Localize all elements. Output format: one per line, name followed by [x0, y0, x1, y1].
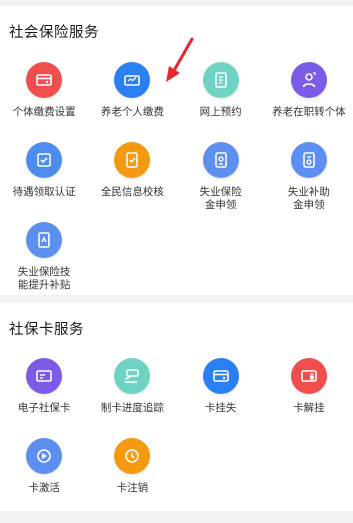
item-label: 全民信息校核 [100, 186, 164, 198]
certification-icon [26, 142, 63, 178]
e-card-icon [26, 358, 63, 394]
social-security-section: 社会保险服务 个体缴费设置 养老个人缴费 网上预约 养老在职转个体 待遇领取认证… [0, 6, 353, 295]
card-loss-icon [202, 358, 239, 394]
item-label: 卡激活 [28, 482, 60, 494]
item-unemployment-insurance-claim[interactable]: 失业保险 金申领 [177, 142, 265, 222]
item-label: 失业保险 金申领 [199, 186, 242, 211]
card-cancel-icon [114, 438, 151, 474]
card-unlock-icon [290, 358, 327, 394]
item-individual-payment-setting[interactable]: 个体缴费设置 [0, 62, 88, 142]
item-electronic-card[interactable]: 电子社保卡 [0, 358, 88, 438]
section-title-social-card: 社保卡服务 [9, 322, 84, 338]
item-card-progress-tracking[interactable]: 制卡进度追踪 [88, 358, 176, 438]
item-card-unlock[interactable]: 卡解挂 [265, 358, 353, 438]
item-label: 养老个人缴费 [100, 106, 164, 118]
unemployment-claim-icon [202, 142, 239, 178]
item-label: 电子社保卡 [17, 402, 71, 414]
payment-card-icon [26, 62, 63, 98]
item-pension-personal-payment[interactable]: 养老个人缴费 [88, 62, 176, 142]
social-card-section: 社保卡服务 电子社保卡 制卡进度追踪 卡挂失 卡解挂 卡激活 卡注销 [0, 303, 353, 511]
card-progress-icon [114, 358, 151, 394]
item-skill-improvement-subsidy[interactable]: 失业保险技 能提升补贴 [0, 222, 88, 292]
item-label: 失业保险技 能提升补贴 [17, 266, 71, 291]
item-label: 卡解挂 [293, 402, 325, 414]
skill-subsidy-icon [26, 222, 63, 258]
section-title-social-security: 社会保险服务 [9, 25, 99, 41]
item-card-report-loss[interactable]: 卡挂失 [177, 358, 265, 438]
item-label: 制卡进度追踪 [100, 402, 164, 414]
item-label: 失业补助 金申领 [287, 186, 330, 211]
item-label: 养老在职转个体 [272, 106, 346, 118]
transfer-person-icon [290, 62, 327, 98]
pension-card-icon [114, 62, 151, 98]
item-pension-transfer[interactable]: 养老在职转个体 [265, 62, 353, 142]
item-label: 卡注销 [116, 482, 149, 494]
item-online-appointment[interactable]: 网上预约 [177, 62, 265, 142]
subsidy-claim-icon [290, 142, 327, 178]
item-card-activate[interactable]: 卡激活 [0, 438, 88, 518]
item-benefit-certification[interactable]: 待遇领取认证 [0, 142, 88, 222]
item-label: 网上预约 [199, 106, 242, 118]
item-national-info-check[interactable]: 全民信息校核 [88, 142, 176, 222]
info-check-icon [114, 142, 151, 178]
card-activate-icon [26, 438, 63, 474]
appointment-icon [202, 62, 239, 98]
item-label: 待遇领取认证 [12, 186, 76, 198]
item-label: 个体缴费设置 [12, 106, 76, 118]
item-unemployment-subsidy-claim[interactable]: 失业补助 金申领 [265, 142, 353, 222]
item-card-cancel[interactable]: 卡注销 [88, 438, 176, 518]
item-label: 卡挂失 [204, 402, 237, 414]
